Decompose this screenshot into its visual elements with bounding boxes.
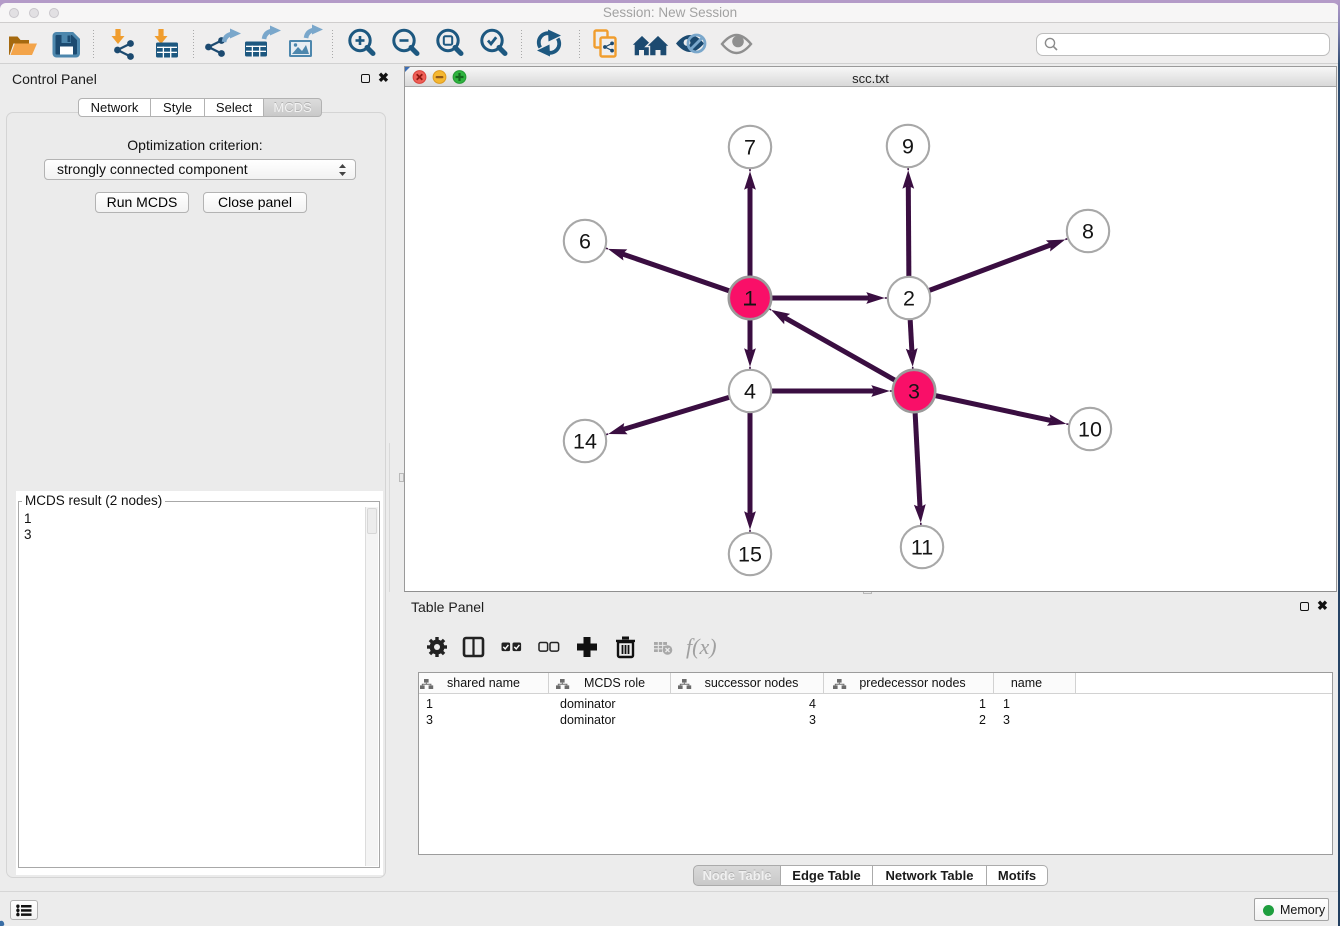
svg-text:f(x): f(x) <box>686 634 717 659</box>
